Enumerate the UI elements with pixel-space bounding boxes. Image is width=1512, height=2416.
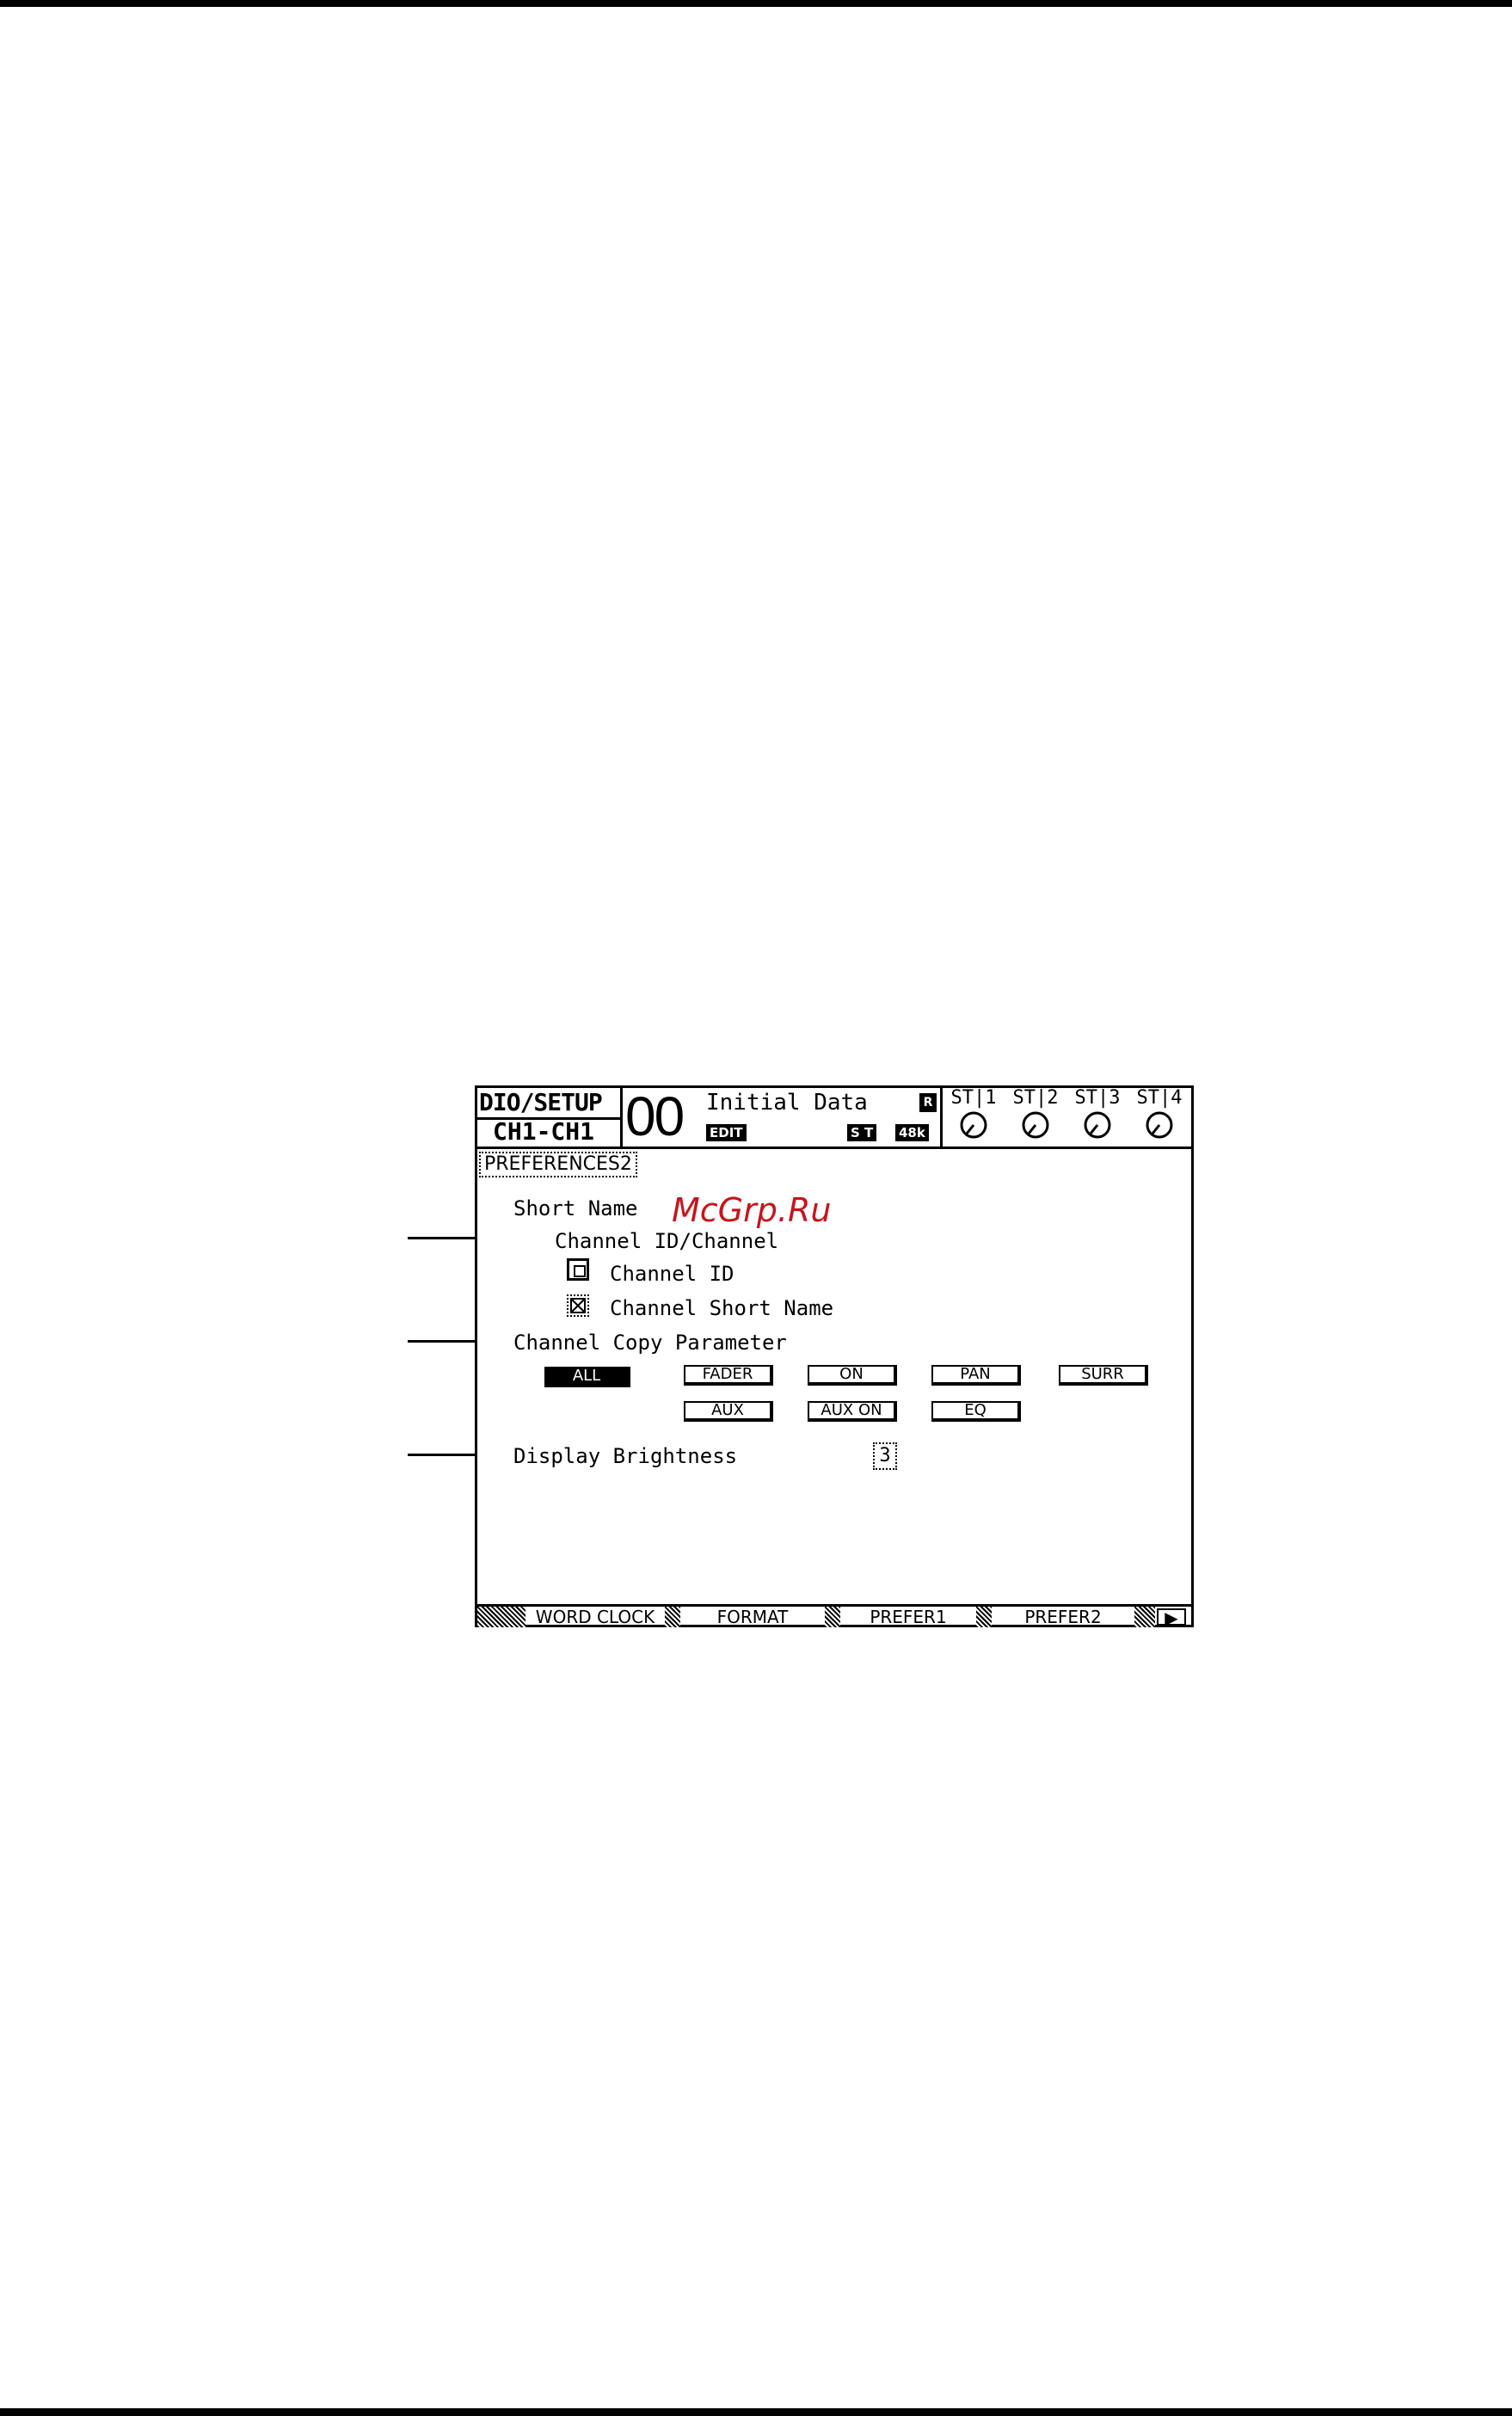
st-input-3-label: ST|3 — [1074, 1087, 1121, 1109]
fs-tag: 48k — [895, 1124, 929, 1141]
st-input-2-label: ST|2 — [1012, 1087, 1059, 1109]
short-name-label: Short Name — [513, 1196, 638, 1220]
st-input-1[interactable]: ST|1 — [943, 1088, 1005, 1140]
st-input-knobs: ST|1 ST|2 ST|3 ST|4 — [940, 1088, 1194, 1147]
scene-title: Initial Data — [706, 1090, 868, 1116]
tab-hatch — [665, 1607, 680, 1627]
knob-icon — [960, 1111, 987, 1139]
tab-hatch — [825, 1607, 840, 1627]
copy-on-button[interactable]: ON — [808, 1365, 897, 1386]
copy-aux-button[interactable]: AUX — [684, 1401, 773, 1422]
tab-format[interactable]: FORMAT — [680, 1607, 825, 1627]
display-brightness-label: Display Brightness — [513, 1444, 738, 1468]
st-input-3[interactable]: ST|3 — [1066, 1088, 1128, 1140]
knob-icon — [1022, 1111, 1049, 1139]
st-input-2[interactable]: ST|2 — [1005, 1088, 1066, 1140]
header-divider — [477, 1147, 1191, 1149]
bottom-rule — [0, 2408, 1512, 2416]
scene-number: 00 — [625, 1085, 685, 1147]
copy-surr-button[interactable]: SURR — [1059, 1365, 1148, 1386]
channel-id-radio[interactable] — [567, 1258, 589, 1281]
tab-word-clock[interactable]: WORD CLOCK — [526, 1607, 665, 1627]
tab-prefer1[interactable]: PREFER1 — [840, 1607, 976, 1627]
channel-indicator: CH1-CH1 — [493, 1117, 595, 1146]
copy-group-label: Channel Copy Parameter — [513, 1331, 787, 1355]
play-arrow-icon: ▶ — [1165, 1608, 1178, 1628]
st-input-1-label: ST|1 — [950, 1087, 997, 1109]
display-brightness-value[interactable]: 3 — [873, 1442, 897, 1470]
channel-id-group-label: Channel ID/Channel — [555, 1229, 779, 1253]
channel-short-name-radio[interactable] — [567, 1294, 589, 1317]
st-tag: S T — [847, 1124, 877, 1141]
page-title: PREFERENCES2 — [479, 1152, 637, 1177]
copy-all-button[interactable]: ALL — [544, 1367, 630, 1387]
lcd-screen: DIO/SETUP CH1-CH1 00 Initial Data R EDIT… — [475, 1085, 1194, 1628]
tab-hatch — [976, 1607, 992, 1627]
knob-icon — [1084, 1111, 1111, 1139]
top-rule — [0, 0, 1512, 7]
copy-fader-button[interactable]: FADER — [684, 1365, 773, 1386]
screen-name-box: DIO/SETUP CH1-CH1 — [477, 1088, 623, 1147]
tab-hatch — [1134, 1607, 1155, 1627]
copy-aux-on-button[interactable]: AUX ON — [808, 1401, 897, 1422]
watermark: McGrp.Ru — [672, 1191, 832, 1229]
protect-indicator: R — [919, 1093, 937, 1112]
tab-hatch — [477, 1607, 526, 1627]
tab-prefer2[interactable]: PREFER2 — [992, 1607, 1134, 1627]
cross-icon — [570, 1298, 586, 1313]
next-page-button[interactable]: ▶ — [1157, 1608, 1186, 1628]
knob-icon — [1146, 1111, 1173, 1139]
st-input-4[interactable]: ST|4 — [1128, 1088, 1190, 1140]
st-input-4-label: ST|4 — [1136, 1087, 1183, 1109]
copy-eq-button[interactable]: EQ — [931, 1401, 1021, 1422]
channel-id-option-label: Channel ID — [610, 1262, 734, 1286]
edit-tag: EDIT — [706, 1124, 747, 1141]
copy-pan-button[interactable]: PAN — [931, 1365, 1021, 1386]
screen-title: DIO/SETUP — [479, 1088, 603, 1116]
page-tab-bar: WORD CLOCK FORMAT PREFER1 PREFER2 ▶ — [477, 1604, 1191, 1628]
channel-short-name-option-label: Channel Short Name — [610, 1296, 834, 1320]
